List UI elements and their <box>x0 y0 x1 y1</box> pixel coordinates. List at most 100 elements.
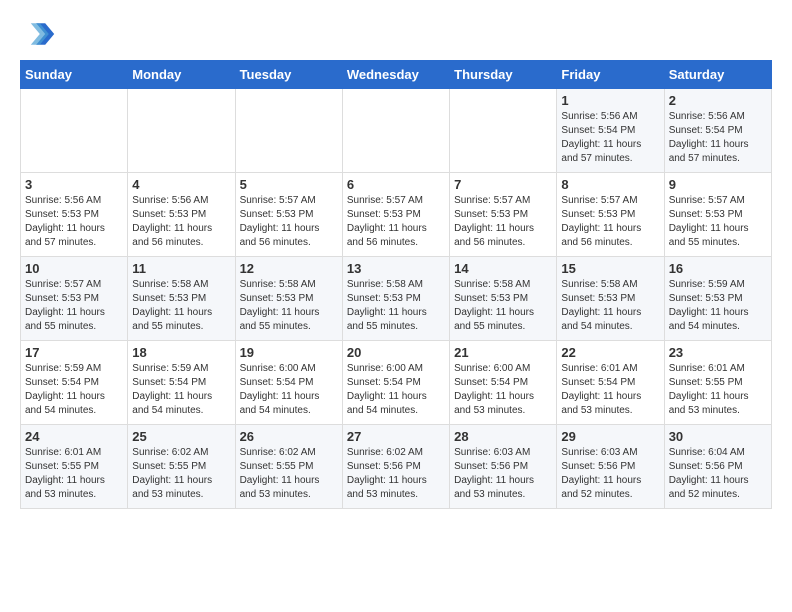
calendar-cell <box>450 89 557 173</box>
calendar: SundayMondayTuesdayWednesdayThursdayFrid… <box>20 60 772 509</box>
day-number: 2 <box>669 93 767 108</box>
calendar-cell: 27 Sunrise: 6:02 AM Sunset: 5:56 PM Dayli… <box>342 425 449 509</box>
cell-content: Sunrise: 5:57 AM Sunset: 5:53 PM Dayligh… <box>347 194 445 250</box>
calendar-cell: 4Sunrise: 5:56 AM Sunset: 5:53 PM Daylig… <box>128 173 235 257</box>
weekday-header: Wednesday <box>342 61 449 89</box>
cell-content: Sunrise: 5:58 AM Sunset: 5:53 PM Dayligh… <box>454 278 552 334</box>
day-number: 6 <box>347 177 445 192</box>
cell-content: Sunrise: 5:57 AM Sunset: 5:53 PM Dayligh… <box>561 194 659 250</box>
day-number: 23 <box>669 345 767 360</box>
day-number: 14 <box>454 261 552 276</box>
calendar-cell: 2 Sunrise: 5:56 AM Sunset: 5:54 PM Daylig… <box>664 89 771 173</box>
day-number: 1 <box>561 93 659 108</box>
cell-content: Sunrise: 6:00 AM Sunset: 5:54 PM Dayligh… <box>240 362 338 418</box>
cell-content: Sunrise: 6:01 AM Sunset: 5:55 PM Dayligh… <box>669 362 767 418</box>
day-number: 19 <box>240 345 338 360</box>
cell-content: Sunrise: 6:01 AM Sunset: 5:54 PM Dayligh… <box>561 362 659 418</box>
calendar-cell: 8 Sunrise: 5:57 AM Sunset: 5:53 PM Daylig… <box>557 173 664 257</box>
day-number: 29 <box>561 429 659 444</box>
calendar-cell: 12Sunrise: 5:58 AM Sunset: 5:53 PM Dayli… <box>235 257 342 341</box>
cell-content: Sunrise: 5:58 AM Sunset: 5:53 PM Dayligh… <box>347 278 445 334</box>
calendar-cell: 14 Sunrise: 5:58 AM Sunset: 5:53 PM Dayli… <box>450 257 557 341</box>
calendar-cell: 29 Sunrise: 6:03 AM Sunset: 5:56 PM Dayli… <box>557 425 664 509</box>
calendar-cell: 3 Sunrise: 5:56 AM Sunset: 5:53 PM Daylig… <box>21 173 128 257</box>
day-number: 24 <box>25 429 123 444</box>
day-number: 5 <box>240 177 338 192</box>
day-number: 10 <box>25 261 123 276</box>
calendar-cell: 24Sunrise: 6:01 AM Sunset: 5:55 PM Dayli… <box>21 425 128 509</box>
day-number: 27 <box>347 429 445 444</box>
cell-content: Sunrise: 5:56 AM Sunset: 5:53 PM Dayligh… <box>25 194 123 250</box>
calendar-cell: 6 Sunrise: 5:57 AM Sunset: 5:53 PM Daylig… <box>342 173 449 257</box>
day-number: 26 <box>240 429 338 444</box>
logo-icon <box>20 16 56 52</box>
day-number: 13 <box>347 261 445 276</box>
day-number: 3 <box>25 177 123 192</box>
day-number: 9 <box>669 177 767 192</box>
cell-content: Sunrise: 5:56 AM Sunset: 5:54 PM Dayligh… <box>669 110 767 166</box>
calendar-cell: 19 Sunrise: 6:00 AM Sunset: 5:54 PM Dayli… <box>235 341 342 425</box>
calendar-cell: 7 Sunrise: 5:57 AM Sunset: 5:53 PM Daylig… <box>450 173 557 257</box>
cell-content: Sunrise: 5:58 AM Sunset: 5:53 PM Dayligh… <box>132 278 230 334</box>
calendar-week-row: 24Sunrise: 6:01 AM Sunset: 5:55 PM Dayli… <box>21 425 772 509</box>
cell-content: Sunrise: 6:00 AM Sunset: 5:54 PM Dayligh… <box>454 362 552 418</box>
weekday-header: Tuesday <box>235 61 342 89</box>
cell-content: Sunrise: 5:56 AM Sunset: 5:53 PM Dayligh… <box>132 194 230 250</box>
day-number: 11 <box>132 261 230 276</box>
weekday-header: Saturday <box>664 61 771 89</box>
cell-content: Sunrise: 5:58 AM Sunset: 5:53 PM Dayligh… <box>561 278 659 334</box>
calendar-week-row: 3 Sunrise: 5:56 AM Sunset: 5:53 PM Daylig… <box>21 173 772 257</box>
calendar-cell: 11 Sunrise: 5:58 AM Sunset: 5:53 PM Dayli… <box>128 257 235 341</box>
day-number: 21 <box>454 345 552 360</box>
day-number: 18 <box>132 345 230 360</box>
weekday-header: Monday <box>128 61 235 89</box>
weekday-header: Thursday <box>450 61 557 89</box>
calendar-cell: 5 Sunrise: 5:57 AM Sunset: 5:53 PM Daylig… <box>235 173 342 257</box>
day-number: 16 <box>669 261 767 276</box>
day-number: 30 <box>669 429 767 444</box>
day-number: 15 <box>561 261 659 276</box>
day-number: 22 <box>561 345 659 360</box>
cell-content: Sunrise: 5:57 AM Sunset: 5:53 PM Dayligh… <box>454 194 552 250</box>
weekday-row: SundayMondayTuesdayWednesdayThursdayFrid… <box>21 61 772 89</box>
cell-content: Sunrise: 5:59 AM Sunset: 5:53 PM Dayligh… <box>669 278 767 334</box>
cell-content: Sunrise: 6:02 AM Sunset: 5:56 PM Dayligh… <box>347 446 445 502</box>
calendar-week-row: 10 Sunrise: 5:57 AM Sunset: 5:53 PM Dayli… <box>21 257 772 341</box>
calendar-cell <box>21 89 128 173</box>
day-number: 28 <box>454 429 552 444</box>
day-number: 7 <box>454 177 552 192</box>
calendar-week-row: 17 Sunrise: 5:59 AM Sunset: 5:54 PM Dayli… <box>21 341 772 425</box>
weekday-header: Sunday <box>21 61 128 89</box>
calendar-cell: 26Sunrise: 6:02 AM Sunset: 5:55 PM Dayli… <box>235 425 342 509</box>
calendar-cell: 18 Sunrise: 5:59 AM Sunset: 5:54 PM Dayli… <box>128 341 235 425</box>
cell-content: Sunrise: 6:03 AM Sunset: 5:56 PM Dayligh… <box>561 446 659 502</box>
day-number: 20 <box>347 345 445 360</box>
cell-content: Sunrise: 5:59 AM Sunset: 5:54 PM Dayligh… <box>25 362 123 418</box>
calendar-cell: 28Sunrise: 6:03 AM Sunset: 5:56 PM Dayli… <box>450 425 557 509</box>
page: SundayMondayTuesdayWednesdayThursdayFrid… <box>0 0 792 529</box>
calendar-cell: 23 Sunrise: 6:01 AM Sunset: 5:55 PM Dayli… <box>664 341 771 425</box>
calendar-cell: 1 Sunrise: 5:56 AM Sunset: 5:54 PM Daylig… <box>557 89 664 173</box>
cell-content: Sunrise: 6:04 AM Sunset: 5:56 PM Dayligh… <box>669 446 767 502</box>
calendar-cell: 25Sunrise: 6:02 AM Sunset: 5:55 PM Dayli… <box>128 425 235 509</box>
header <box>20 16 772 52</box>
calendar-cell: 21 Sunrise: 6:00 AM Sunset: 5:54 PM Dayli… <box>450 341 557 425</box>
day-number: 8 <box>561 177 659 192</box>
calendar-cell <box>342 89 449 173</box>
calendar-cell: 30 Sunrise: 6:04 AM Sunset: 5:56 PM Dayli… <box>664 425 771 509</box>
cell-content: Sunrise: 6:00 AM Sunset: 5:54 PM Dayligh… <box>347 362 445 418</box>
calendar-cell: 9Sunrise: 5:57 AM Sunset: 5:53 PM Daylig… <box>664 173 771 257</box>
cell-content: Sunrise: 5:56 AM Sunset: 5:54 PM Dayligh… <box>561 110 659 166</box>
calendar-cell <box>128 89 235 173</box>
logo <box>20 16 60 52</box>
calendar-cell: 17 Sunrise: 5:59 AM Sunset: 5:54 PM Dayli… <box>21 341 128 425</box>
calendar-header: SundayMondayTuesdayWednesdayThursdayFrid… <box>21 61 772 89</box>
cell-content: Sunrise: 5:59 AM Sunset: 5:54 PM Dayligh… <box>132 362 230 418</box>
calendar-cell: 16 Sunrise: 5:59 AM Sunset: 5:53 PM Dayli… <box>664 257 771 341</box>
cell-content: Sunrise: 5:57 AM Sunset: 5:53 PM Dayligh… <box>240 194 338 250</box>
calendar-cell: 22 Sunrise: 6:01 AM Sunset: 5:54 PM Dayli… <box>557 341 664 425</box>
cell-content: Sunrise: 6:02 AM Sunset: 5:55 PM Dayligh… <box>132 446 230 502</box>
day-number: 17 <box>25 345 123 360</box>
cell-content: Sunrise: 5:57 AM Sunset: 5:53 PM Dayligh… <box>25 278 123 334</box>
day-number: 12 <box>240 261 338 276</box>
